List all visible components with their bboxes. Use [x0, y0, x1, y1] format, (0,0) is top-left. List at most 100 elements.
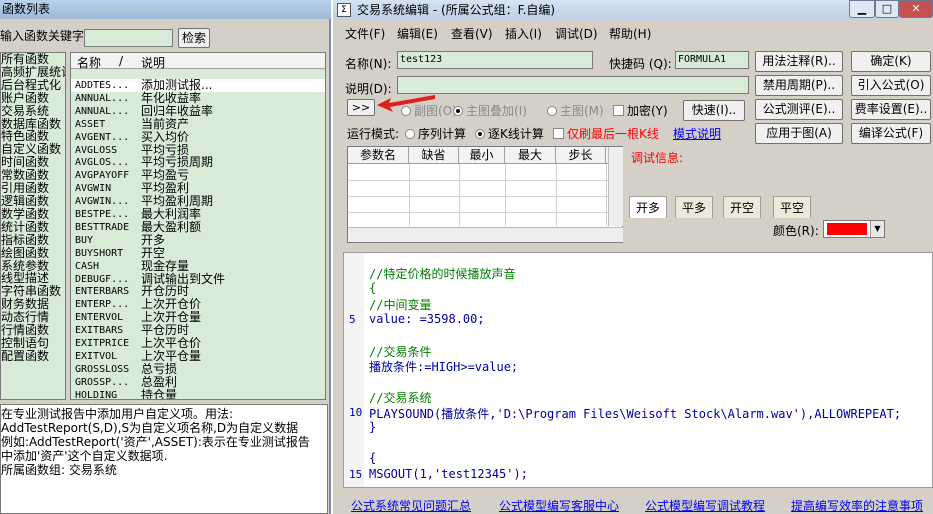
search-button[interactable]: 检索 — [178, 28, 210, 48]
tab-3[interactable]: 开空 — [723, 196, 762, 218]
minimize-button[interactable]: ▁ — [849, 0, 875, 18]
header-name[interactable]: 名称 — [77, 54, 101, 71]
category-item[interactable]: 后台程式化 — [1, 78, 65, 92]
function-name: ANNUAL... — [75, 92, 130, 104]
function-name: ENTERP... — [75, 299, 130, 311]
checkbox-icon — [553, 128, 564, 139]
run-tick-option[interactable]: 逐K线计算 — [475, 125, 544, 142]
code-editor[interactable]: //特定价格的时候播放声音{//中间变量 5 value: =3598.00;//交… — [343, 252, 933, 488]
maximize-button[interactable]: □ — [875, 0, 899, 18]
menu-item[interactable]: 编辑(E) — [397, 25, 438, 42]
header-desc[interactable]: 说明 — [141, 54, 165, 71]
list-item[interactable]: EXITVOL 上次平仓量 — [71, 349, 325, 363]
description-line: 所属函数组: 交易系统 — [1, 463, 117, 477]
function-name: ADDTES... — [75, 80, 130, 91]
list-item[interactable]: ENTERVOL 上次开仓量 — [71, 311, 325, 324]
list-item[interactable]: GROSSP... 总盈利 — [71, 375, 325, 389]
category-item[interactable]: 交易系统 — [1, 104, 65, 118]
debug-info-label: 调试信息: — [631, 151, 684, 165]
action-button[interactable]: 禁用周期(P).. — [755, 75, 843, 96]
encrypt-option[interactable]: 加密(Y) — [613, 102, 668, 119]
category-item[interactable]: 行情函数 — [1, 324, 65, 337]
menu-item[interactable]: 帮助(H) — [609, 25, 651, 42]
category-item[interactable]: 数学函数 — [1, 207, 65, 221]
parameter-table[interactable]: 参数名 缺省 最小 最大 步长 — [347, 146, 623, 243]
action-button[interactable]: 公式测评(E).. — [755, 99, 843, 120]
list-item[interactable]: AVGPAYOFF 平均盈亏 — [71, 169, 325, 182]
function-desc: 开多 — [141, 232, 166, 247]
action-button[interactable]: 确定(K) — [851, 51, 931, 72]
list-item[interactable]: GROSSLOSS 总亏损 — [71, 361, 325, 376]
function-desc: 总亏损 — [141, 361, 178, 376]
menu-item[interactable]: 文件(F) — [345, 25, 385, 42]
code-line: //交易系统 — [369, 391, 432, 405]
description-line: AddTestReport(S,D),S为自定义项名称,D为自定义数据 — [1, 421, 299, 435]
category-item[interactable]: 统计函数 — [1, 220, 65, 234]
action-button[interactable]: 编译公式(F) — [851, 123, 931, 144]
function-name: GROSSLOSS — [75, 363, 130, 375]
mode-help-link[interactable]: 模式说明 — [673, 125, 721, 142]
expand-button[interactable]: >> — [347, 99, 375, 116]
menu-item[interactable]: 查看(V) — [451, 25, 493, 42]
quick-button[interactable]: 快速(I).. — [683, 100, 745, 121]
main-chart-option[interactable]: 主图(M) — [547, 102, 604, 119]
subplot-option[interactable]: 副图(O) — [401, 102, 457, 119]
action-button[interactable]: 费率设置(E).. — [851, 99, 931, 120]
action-button[interactable]: 用法注释(R).. — [755, 51, 843, 72]
list-item[interactable]: AVGLOS... 平均亏损周期 — [71, 156, 325, 169]
tab-1[interactable]: 开多 — [629, 196, 668, 218]
category-item[interactable]: 逻辑函数 — [1, 195, 65, 208]
code-line: { — [369, 451, 377, 465]
function-desc: 当前资产 — [141, 116, 190, 131]
tab-4[interactable]: 平空 — [773, 196, 812, 218]
list-item[interactable]: CASH 现金存量 — [71, 259, 325, 273]
category-item[interactable]: 绘图函数 — [1, 246, 65, 260]
action-button[interactable]: 引入公式(O) — [851, 75, 931, 96]
action-button[interactable]: 应用于图(A) — [755, 123, 843, 144]
radio-icon — [405, 129, 415, 139]
list-item[interactable]: ANNUAL... 年化收益率 — [71, 91, 325, 105]
list-item[interactable]: BESTTRADE 最大盈利额 — [71, 220, 325, 234]
category-item[interactable]: 控制语句 — [1, 337, 65, 350]
tab-2[interactable]: 平多 — [675, 196, 714, 218]
search-input[interactable] — [84, 29, 173, 47]
category-list[interactable]: 所有函数 高频扩展统计 后台程式化 账户函数 交易系统 数据库函数 特色函数 自定义函数 时间函… — [0, 52, 66, 400]
description-line: 在专业测试报告中添加用户自定义项。用法: — [1, 407, 234, 421]
function-list[interactable]: 名称 / 说明 ADDTES... 添加测试报... ANNUAL... 年化收益率 A… — [70, 52, 326, 400]
param-vertical-scrollbar[interactable] — [608, 147, 623, 226]
description-input[interactable] — [397, 76, 749, 94]
menu-item[interactable]: 调试(D) — [555, 25, 598, 42]
category-item[interactable]: 高频扩展统计 — [1, 66, 65, 79]
category-item[interactable]: 账户函数 — [1, 91, 65, 105]
code-line: PLAYSOUND(播放条件,'D:\Program Files\Weisoft… — [369, 406, 902, 421]
code-line: { — [369, 280, 377, 295]
function-name: ANNUAL... — [75, 105, 130, 117]
help-link[interactable]: 公式系统常见问题汇总 — [351, 497, 471, 514]
list-item[interactable]: BUYSHORT 开空 — [71, 246, 325, 260]
name-input[interactable]: test123 — [397, 51, 593, 69]
list-item[interactable]: AVGENT... 买入均价 — [71, 129, 325, 144]
code-line: 播放条件:=HIGH>=value; — [369, 360, 519, 374]
category-item[interactable]: 配置函数 — [1, 349, 65, 363]
list-item[interactable]: DEBUGF... 调试输出到文件 — [71, 272, 325, 286]
list-item[interactable]: ASSET 当前资产 — [71, 116, 325, 131]
list-item[interactable]: BUY 开多 — [71, 232, 325, 247]
chevron-down-icon[interactable]: ▼ — [870, 221, 884, 237]
help-link[interactable]: 公式模型编写客服中心 — [499, 497, 619, 514]
category-item[interactable]: 所有函数 — [1, 53, 65, 66]
list-item[interactable]: ANNUAL... 回归年收益率 — [71, 104, 325, 118]
run-sequence-option[interactable]: 序列计算 — [405, 125, 466, 142]
function-name: AVGLOSS — [75, 144, 118, 156]
close-button[interactable]: ✕ — [899, 0, 933, 18]
main-overlay-option[interactable]: 主图叠加(I) — [453, 102, 527, 119]
shortcut-input[interactable]: FORMULA1 — [675, 51, 749, 69]
function-desc: 买入均价 — [141, 129, 190, 144]
help-link[interactable]: 提高编写效率的注意事项 — [791, 497, 923, 514]
param-horizontal-scrollbar[interactable] — [348, 227, 623, 242]
refresh-last-option[interactable]: 仅刷最后一根K线 — [553, 125, 659, 142]
color-picker[interactable]: ▼ — [823, 220, 885, 238]
category-item[interactable]: 指标函数 — [1, 233, 65, 247]
help-link[interactable]: 公式模型编写调试教程 — [645, 497, 765, 514]
menu-item[interactable]: 插入(I) — [505, 25, 542, 42]
list-item[interactable]: HOLDING 持仓量 — [71, 388, 325, 399]
